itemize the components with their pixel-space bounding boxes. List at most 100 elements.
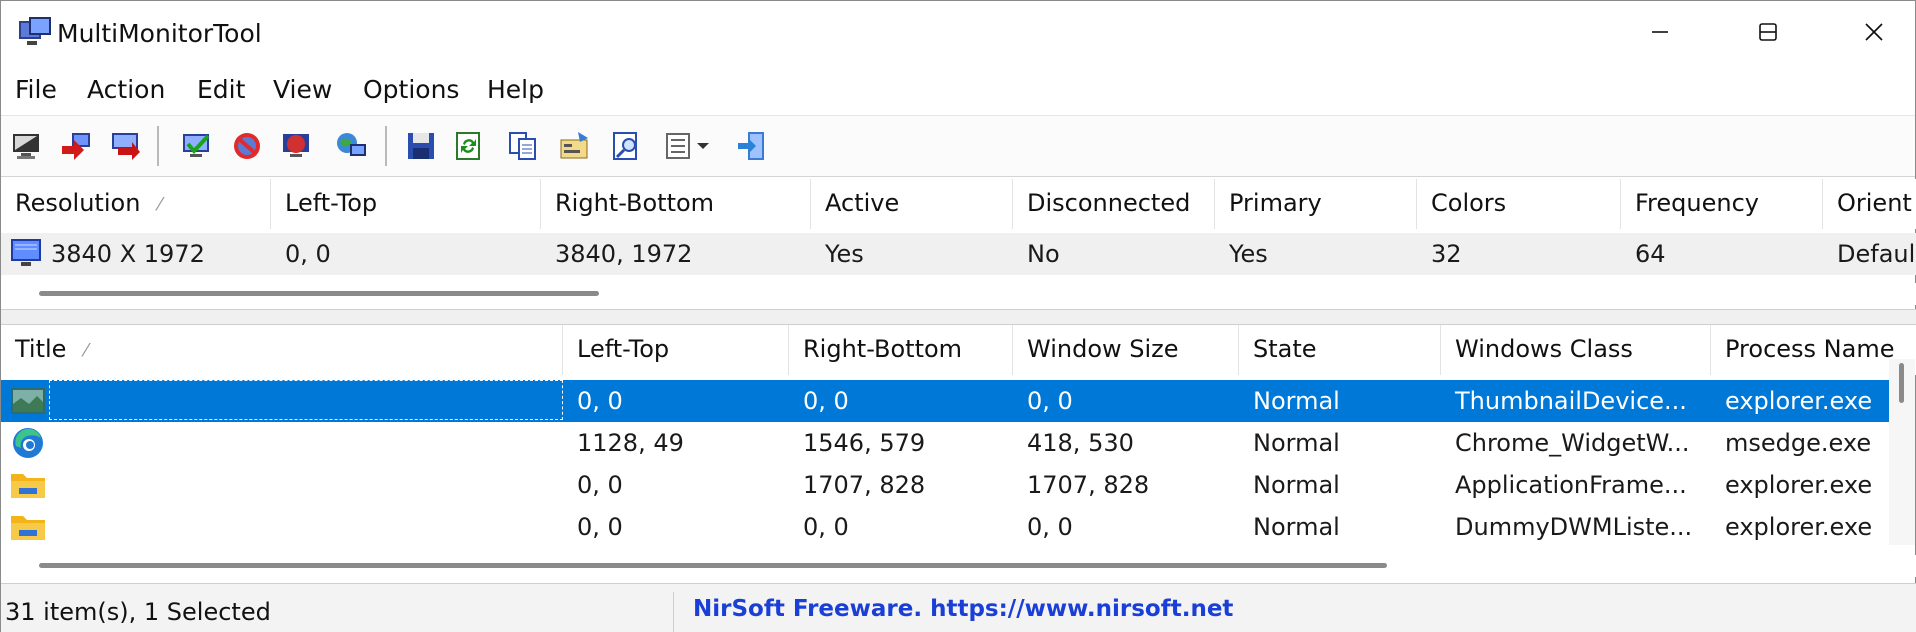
scroll-thumb[interactable] (1899, 363, 1904, 403)
col-orientation[interactable]: Orient (1823, 179, 1916, 229)
exit-button[interactable] (731, 124, 775, 168)
cell-process-name: msedge.exe (1725, 429, 1872, 457)
cell-windows-class: ThumbnailDevice... (1455, 387, 1687, 415)
monitor-icon (13, 134, 39, 159)
col-disconnected[interactable]: Disconnected (1013, 179, 1215, 229)
col-title[interactable]: Title ⁄ (1, 325, 563, 375)
refresh-button[interactable] (447, 124, 491, 168)
move-windows-button[interactable] (103, 124, 147, 168)
cell-orientation: Defaul (1837, 240, 1916, 268)
move-monitor-button[interactable] (55, 124, 99, 168)
cell-active: Yes (825, 240, 864, 268)
cell-window-size: 0, 0 (1027, 513, 1073, 541)
sort-icon: ⁄ (158, 193, 162, 215)
cell-right-bottom: 1546, 579 (803, 429, 926, 457)
cell-windows-class: DummyDWMListe... (1455, 513, 1693, 541)
col-label: Resolution (15, 189, 141, 217)
nirsoft-link[interactable]: NirSoft Freeware. https://www.nirsoft.ne… (693, 596, 1233, 622)
col-primary[interactable]: Primary (1215, 179, 1417, 229)
cell-colors: 32 (1431, 240, 1462, 268)
windows-hscrollbar[interactable] (1, 555, 1916, 577)
app-logo-icon (17, 15, 53, 49)
col-right-bottom[interactable]: Right-Bottom (541, 179, 811, 229)
col-windows-class[interactable]: Windows Class (1441, 325, 1711, 375)
status-count: 31 item(s), 1 Selected (5, 598, 271, 626)
cell-window-size: 418, 530 (1027, 429, 1134, 457)
pane-splitter[interactable] (1, 309, 1916, 325)
cell-title (49, 380, 563, 420)
menu-bar: File Action Edit View Options Help (1, 67, 1915, 113)
windows-header: Title ⁄ Left-Top Right-Bottom Window Size… (1, 325, 1916, 375)
cell-left-top: 0, 0 (577, 387, 623, 415)
menu-view[interactable]: View (273, 73, 332, 106)
col-left-top[interactable]: Left-Top (563, 325, 789, 375)
col-active[interactable]: Active (811, 179, 1013, 229)
col-window-size[interactable]: Window Size (1013, 325, 1239, 375)
col-right-bottom[interactable]: Right-Bottom (789, 325, 1013, 375)
copy-button[interactable] (501, 124, 545, 168)
folder-icon (9, 468, 47, 502)
window-title: MultiMonitorTool (57, 19, 262, 48)
cell-right-bottom: 0, 0 (803, 513, 849, 541)
menu-help[interactable]: Help (487, 73, 544, 106)
cell-disconnected: No (1027, 240, 1060, 268)
cell-state: Normal (1253, 429, 1340, 457)
edge-icon (9, 426, 47, 460)
status-bar: 31 item(s), 1 Selected NirSoft Freeware.… (1, 583, 1916, 632)
cell-left-top: 0, 0 (577, 471, 623, 499)
cell-window-size: 0, 0 (1027, 387, 1073, 415)
monitors-hscrollbar[interactable] (1, 283, 1916, 305)
enable-button[interactable] (175, 124, 219, 168)
save-button[interactable] (399, 124, 443, 168)
col-colors[interactable]: Colors (1417, 179, 1621, 229)
window-row[interactable]: 0, 0 0, 0 0, 0 Normal DummyDWMListe... e… (1, 506, 1916, 544)
properties-button[interactable] (553, 124, 597, 168)
cell-right-bottom: 3840, 1972 (555, 240, 693, 268)
menu-edit[interactable]: Edit (197, 73, 245, 106)
window-row[interactable]: 0, 0 1707, 828 1707, 828 Normal Applicat… (1, 464, 1916, 506)
cell-state: Normal (1253, 471, 1340, 499)
properties-icon (560, 132, 588, 159)
cell-title (49, 464, 563, 506)
scroll-thumb[interactable] (39, 563, 1387, 568)
monitor-button[interactable] (5, 124, 49, 168)
sort-icon: ⁄ (84, 339, 88, 361)
toolbar (1, 115, 1915, 177)
col-label: Title (15, 335, 67, 363)
find-button[interactable] (605, 124, 649, 168)
maximize-button[interactable] (1715, 1, 1821, 63)
col-left-top[interactable]: Left-Top (271, 179, 541, 229)
disable-icon (234, 133, 260, 159)
window-row-selected[interactable]: 0, 0 0, 0 0, 0 Normal ThumbnailDevice...… (1, 380, 1889, 422)
cell-windows-class: ApplicationFrame... (1455, 471, 1687, 499)
menu-action[interactable]: Action (87, 73, 165, 106)
refresh-icon (456, 132, 480, 160)
view-dropdown-button[interactable] (661, 124, 721, 168)
window-row[interactable]: 1128, 49 1546, 579 418, 530 Normal Chrom… (1, 422, 1916, 464)
primary-button[interactable] (329, 124, 373, 168)
scroll-thumb[interactable] (39, 291, 599, 296)
menu-options[interactable]: Options (363, 73, 459, 106)
switch-icon (283, 134, 309, 157)
col-process-name[interactable]: Process Name (1711, 325, 1916, 375)
cell-right-bottom: 0, 0 (803, 387, 849, 415)
cell-left-top: 0, 0 (577, 513, 623, 541)
col-resolution[interactable]: Resolution ⁄ (1, 179, 271, 229)
col-frequency[interactable]: Frequency (1621, 179, 1823, 229)
disable-button[interactable] (225, 124, 269, 168)
windows-vscrollbar[interactable] (1889, 359, 1915, 545)
cell-primary: Yes (1229, 240, 1268, 268)
cell-left-top: 1128, 49 (577, 429, 684, 457)
minimize-button[interactable] (1607, 1, 1713, 63)
switch-button[interactable] (275, 124, 319, 168)
col-state[interactable]: State (1239, 325, 1441, 375)
close-button[interactable] (1821, 1, 1916, 63)
monitor-row[interactable]: 3840 X 1972 0, 0 3840, 1972 Yes No Yes 3… (1, 233, 1916, 275)
cell-process-name: explorer.exe (1725, 513, 1873, 541)
thumbnail-icon (9, 384, 47, 418)
cell-state: Normal (1253, 387, 1340, 415)
cell-state: Normal (1253, 513, 1340, 541)
menu-file[interactable]: File (15, 73, 57, 106)
exit-icon (738, 132, 764, 160)
save-icon (408, 133, 434, 159)
